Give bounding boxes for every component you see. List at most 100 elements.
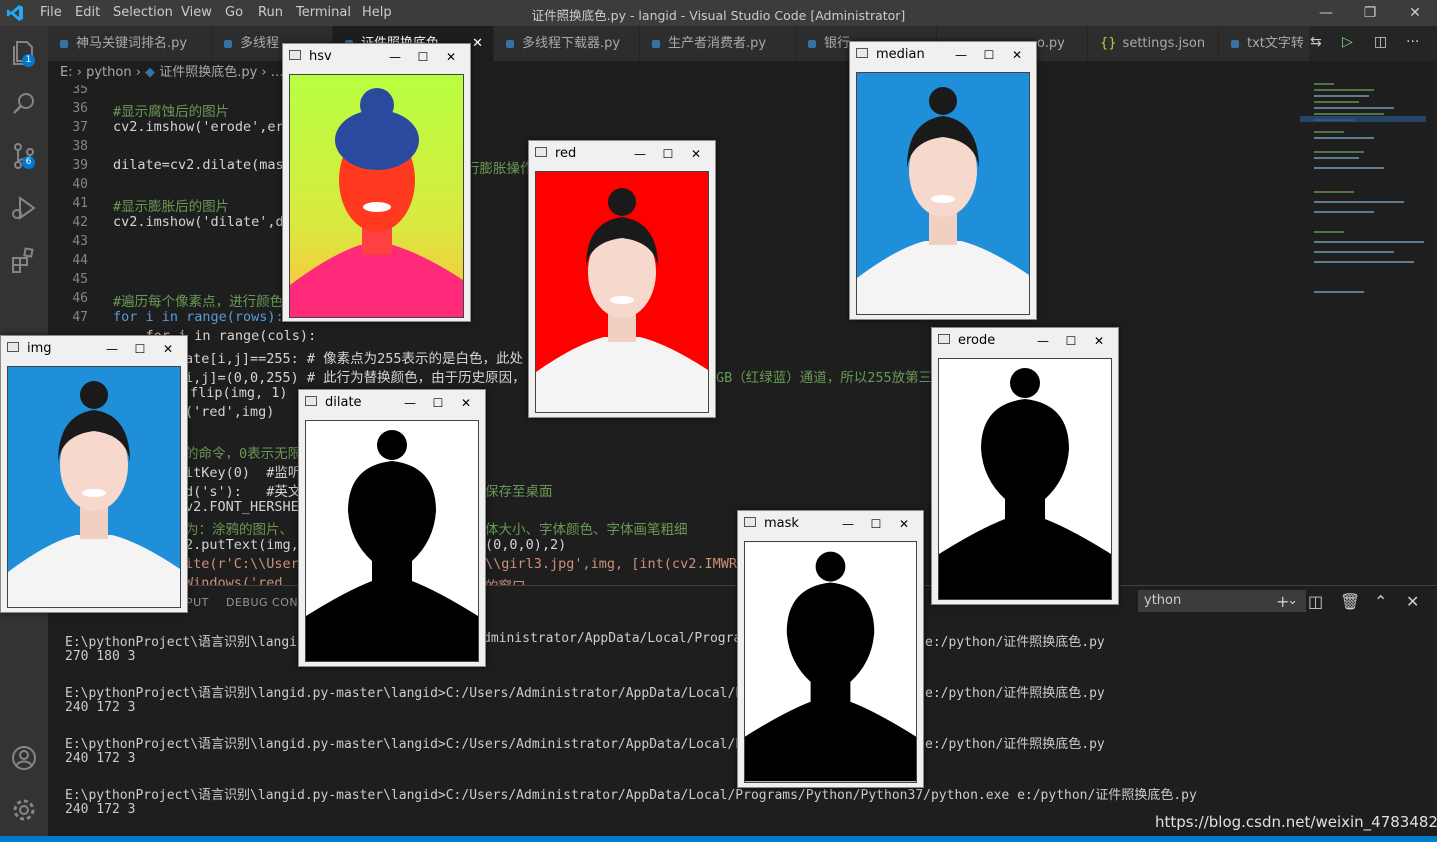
- new-terminal-icon[interactable]: +: [1276, 592, 1289, 611]
- close-icon[interactable]: ✕: [683, 146, 709, 162]
- code-line: cv2.imshow('erode',ero: [113, 119, 292, 135]
- chevron-right-icon: ›: [261, 65, 271, 80]
- minimize-button[interactable]: —: [1306, 2, 1346, 24]
- maximize-icon[interactable]: ☐: [410, 49, 436, 65]
- settings-gear-icon[interactable]: [8, 794, 40, 826]
- line-number: 44: [72, 253, 88, 268]
- maximize-icon[interactable]: ☐: [655, 146, 681, 162]
- kill-terminal-icon[interactable]: 🗑: [1340, 592, 1360, 611]
- more-actions-icon[interactable]: ···: [1406, 34, 1419, 50]
- close-icon[interactable]: ✕: [1004, 47, 1030, 63]
- cv-window-title: red: [555, 146, 577, 161]
- extensions-icon[interactable]: [8, 244, 40, 276]
- cv-window-img[interactable]: img — ☐ ✕: [0, 335, 188, 613]
- cv-titlebar[interactable]: median — ☐ ✕: [850, 42, 1036, 66]
- tab-label: 生产者消费者.py: [668, 36, 767, 51]
- breadcrumb-file[interactable]: 证件照换底色.py: [159, 65, 257, 80]
- close-tab-icon[interactable]: ✕: [472, 26, 483, 61]
- window-icon: [744, 517, 756, 527]
- minimize-icon[interactable]: —: [627, 146, 653, 162]
- python-file-icon: ◆: [145, 65, 160, 80]
- breadcrumb-drive[interactable]: E:: [60, 65, 73, 80]
- cv-window-erode[interactable]: erode — ☐ ✕: [931, 327, 1119, 605]
- split-editor-icon[interactable]: ◫: [1374, 34, 1387, 50]
- maximize-panel-icon[interactable]: ⌃: [1374, 592, 1387, 611]
- terminal-line: 240 172 3: [65, 700, 136, 715]
- editor-tab-bar: 神马关键词排名.py 多线程 证件照换底色✕ 多线程下载器.py 生产者消费者.…: [48, 26, 1437, 61]
- compare-changes-icon[interactable]: ⇆: [1310, 34, 1322, 50]
- cv-window-title: median: [876, 47, 925, 62]
- maximize-icon[interactable]: ☐: [976, 47, 1002, 63]
- search-icon[interactable]: [8, 88, 40, 120]
- account-icon[interactable]: [8, 742, 40, 774]
- code-line: itKey(0) #监听: [185, 465, 302, 481]
- minimap[interactable]: [1300, 61, 1437, 581]
- close-panel-icon[interactable]: ✕: [1406, 592, 1419, 611]
- cv-titlebar[interactable]: dilate — ☐ ✕: [299, 390, 485, 414]
- terminal-line: E:\pythonProject\语言识别\langid.py-master\l…: [65, 686, 806, 701]
- cv-window-median[interactable]: median — ☐ ✕: [849, 41, 1037, 320]
- maximize-icon[interactable]: ☐: [425, 395, 451, 411]
- maximize-icon[interactable]: ☐: [863, 516, 889, 532]
- tab-label: 多线程: [240, 36, 280, 51]
- cv-titlebar[interactable]: img — ☐ ✕: [1, 336, 187, 360]
- window-title: 证件照换底色.py - langid - Visual Studio Code …: [531, 8, 906, 23]
- cv-titlebar[interactable]: hsv — ☐ ✕: [283, 44, 470, 68]
- cv-window-dilate[interactable]: dilate — ☐ ✕: [298, 389, 486, 667]
- tab-keyword-ranking[interactable]: 神马关键词排名.py: [48, 26, 212, 61]
- close-icon[interactable]: ✕: [155, 341, 181, 357]
- cv-window-title: img: [27, 341, 52, 356]
- tab-label: o.py: [1037, 36, 1065, 51]
- code-line: 2.putText(img,: [185, 537, 299, 553]
- restore-button[interactable]: ❐: [1350, 2, 1390, 24]
- cv-window-title: erode: [958, 333, 996, 348]
- split-terminal-icon[interactable]: ◫: [1308, 592, 1323, 611]
- code-line: ite(r'C:\\User: [185, 556, 299, 572]
- status-bar: [0, 836, 1437, 842]
- close-icon[interactable]: ✕: [1086, 333, 1112, 349]
- minimize-icon[interactable]: —: [382, 49, 408, 65]
- minimize-icon[interactable]: —: [1030, 333, 1056, 349]
- tab-settings-json[interactable]: {} settings.json: [1088, 26, 1219, 61]
- terminal-line: E:\pythonProject\语言识别\langid.py-master\l…: [65, 788, 1197, 803]
- tab-output[interactable]: PUT: [186, 596, 209, 609]
- breadcrumb-folder[interactable]: python: [86, 65, 131, 80]
- cv-window-red[interactable]: red — ☐ ✕: [528, 140, 716, 418]
- python-file-icon: [506, 39, 514, 48]
- minimize-icon[interactable]: —: [948, 47, 974, 63]
- tab-txt-convert[interactable]: txt文字转: [1219, 26, 1310, 61]
- code-line: i,j]=(0,0,255) # 此行为替换颜色，由于历史原因，: [185, 370, 526, 386]
- run-file-icon[interactable]: ▷: [1342, 34, 1353, 50]
- cv-titlebar[interactable]: red — ☐ ✕: [529, 141, 715, 165]
- cv-titlebar[interactable]: erode — ☐ ✕: [932, 328, 1118, 352]
- close-icon[interactable]: ✕: [438, 49, 464, 65]
- window-icon: [289, 50, 301, 60]
- code-line: 的命令，0表示无限: [185, 446, 302, 462]
- maximize-icon[interactable]: ☐: [1058, 333, 1084, 349]
- code-comment: 行膨胀操作: [466, 161, 534, 177]
- code-comment: GB（红绿蓝）通道，所以255放第三: [716, 370, 933, 386]
- minimize-icon[interactable]: —: [397, 395, 423, 411]
- cv-window-hsv[interactable]: hsv — ☐ ✕: [282, 43, 471, 322]
- maximize-icon[interactable]: ☐: [127, 341, 153, 357]
- tab-downloader[interactable]: 多线程下载器.py: [494, 26, 640, 61]
- close-button[interactable]: ✕: [1395, 2, 1435, 24]
- tab-label: txt文字转: [1247, 36, 1304, 51]
- close-icon[interactable]: ✕: [891, 516, 917, 532]
- terminal-line: e:/python/证件照换底色.py: [925, 686, 1105, 701]
- run-debug-icon[interactable]: [8, 192, 40, 224]
- window-icon: [856, 48, 868, 58]
- mask-image: [744, 541, 917, 783]
- python-file-icon: [652, 39, 660, 48]
- python-file-icon: [808, 39, 816, 48]
- median-image: [856, 72, 1030, 315]
- minimize-icon[interactable]: —: [835, 516, 861, 532]
- code-line: \\girl3.jpg',img, [int(cv2.IMWRI: [485, 556, 746, 572]
- tab-producer-consumer[interactable]: 生产者消费者.py: [640, 26, 796, 61]
- cv-window-mask[interactable]: mask — ☐ ✕: [737, 510, 924, 788]
- window-icon: [938, 334, 950, 344]
- minimize-icon[interactable]: —: [99, 341, 125, 357]
- line-number: 39: [72, 158, 88, 173]
- close-icon[interactable]: ✕: [453, 395, 479, 411]
- cv-titlebar[interactable]: mask — ☐ ✕: [738, 511, 923, 535]
